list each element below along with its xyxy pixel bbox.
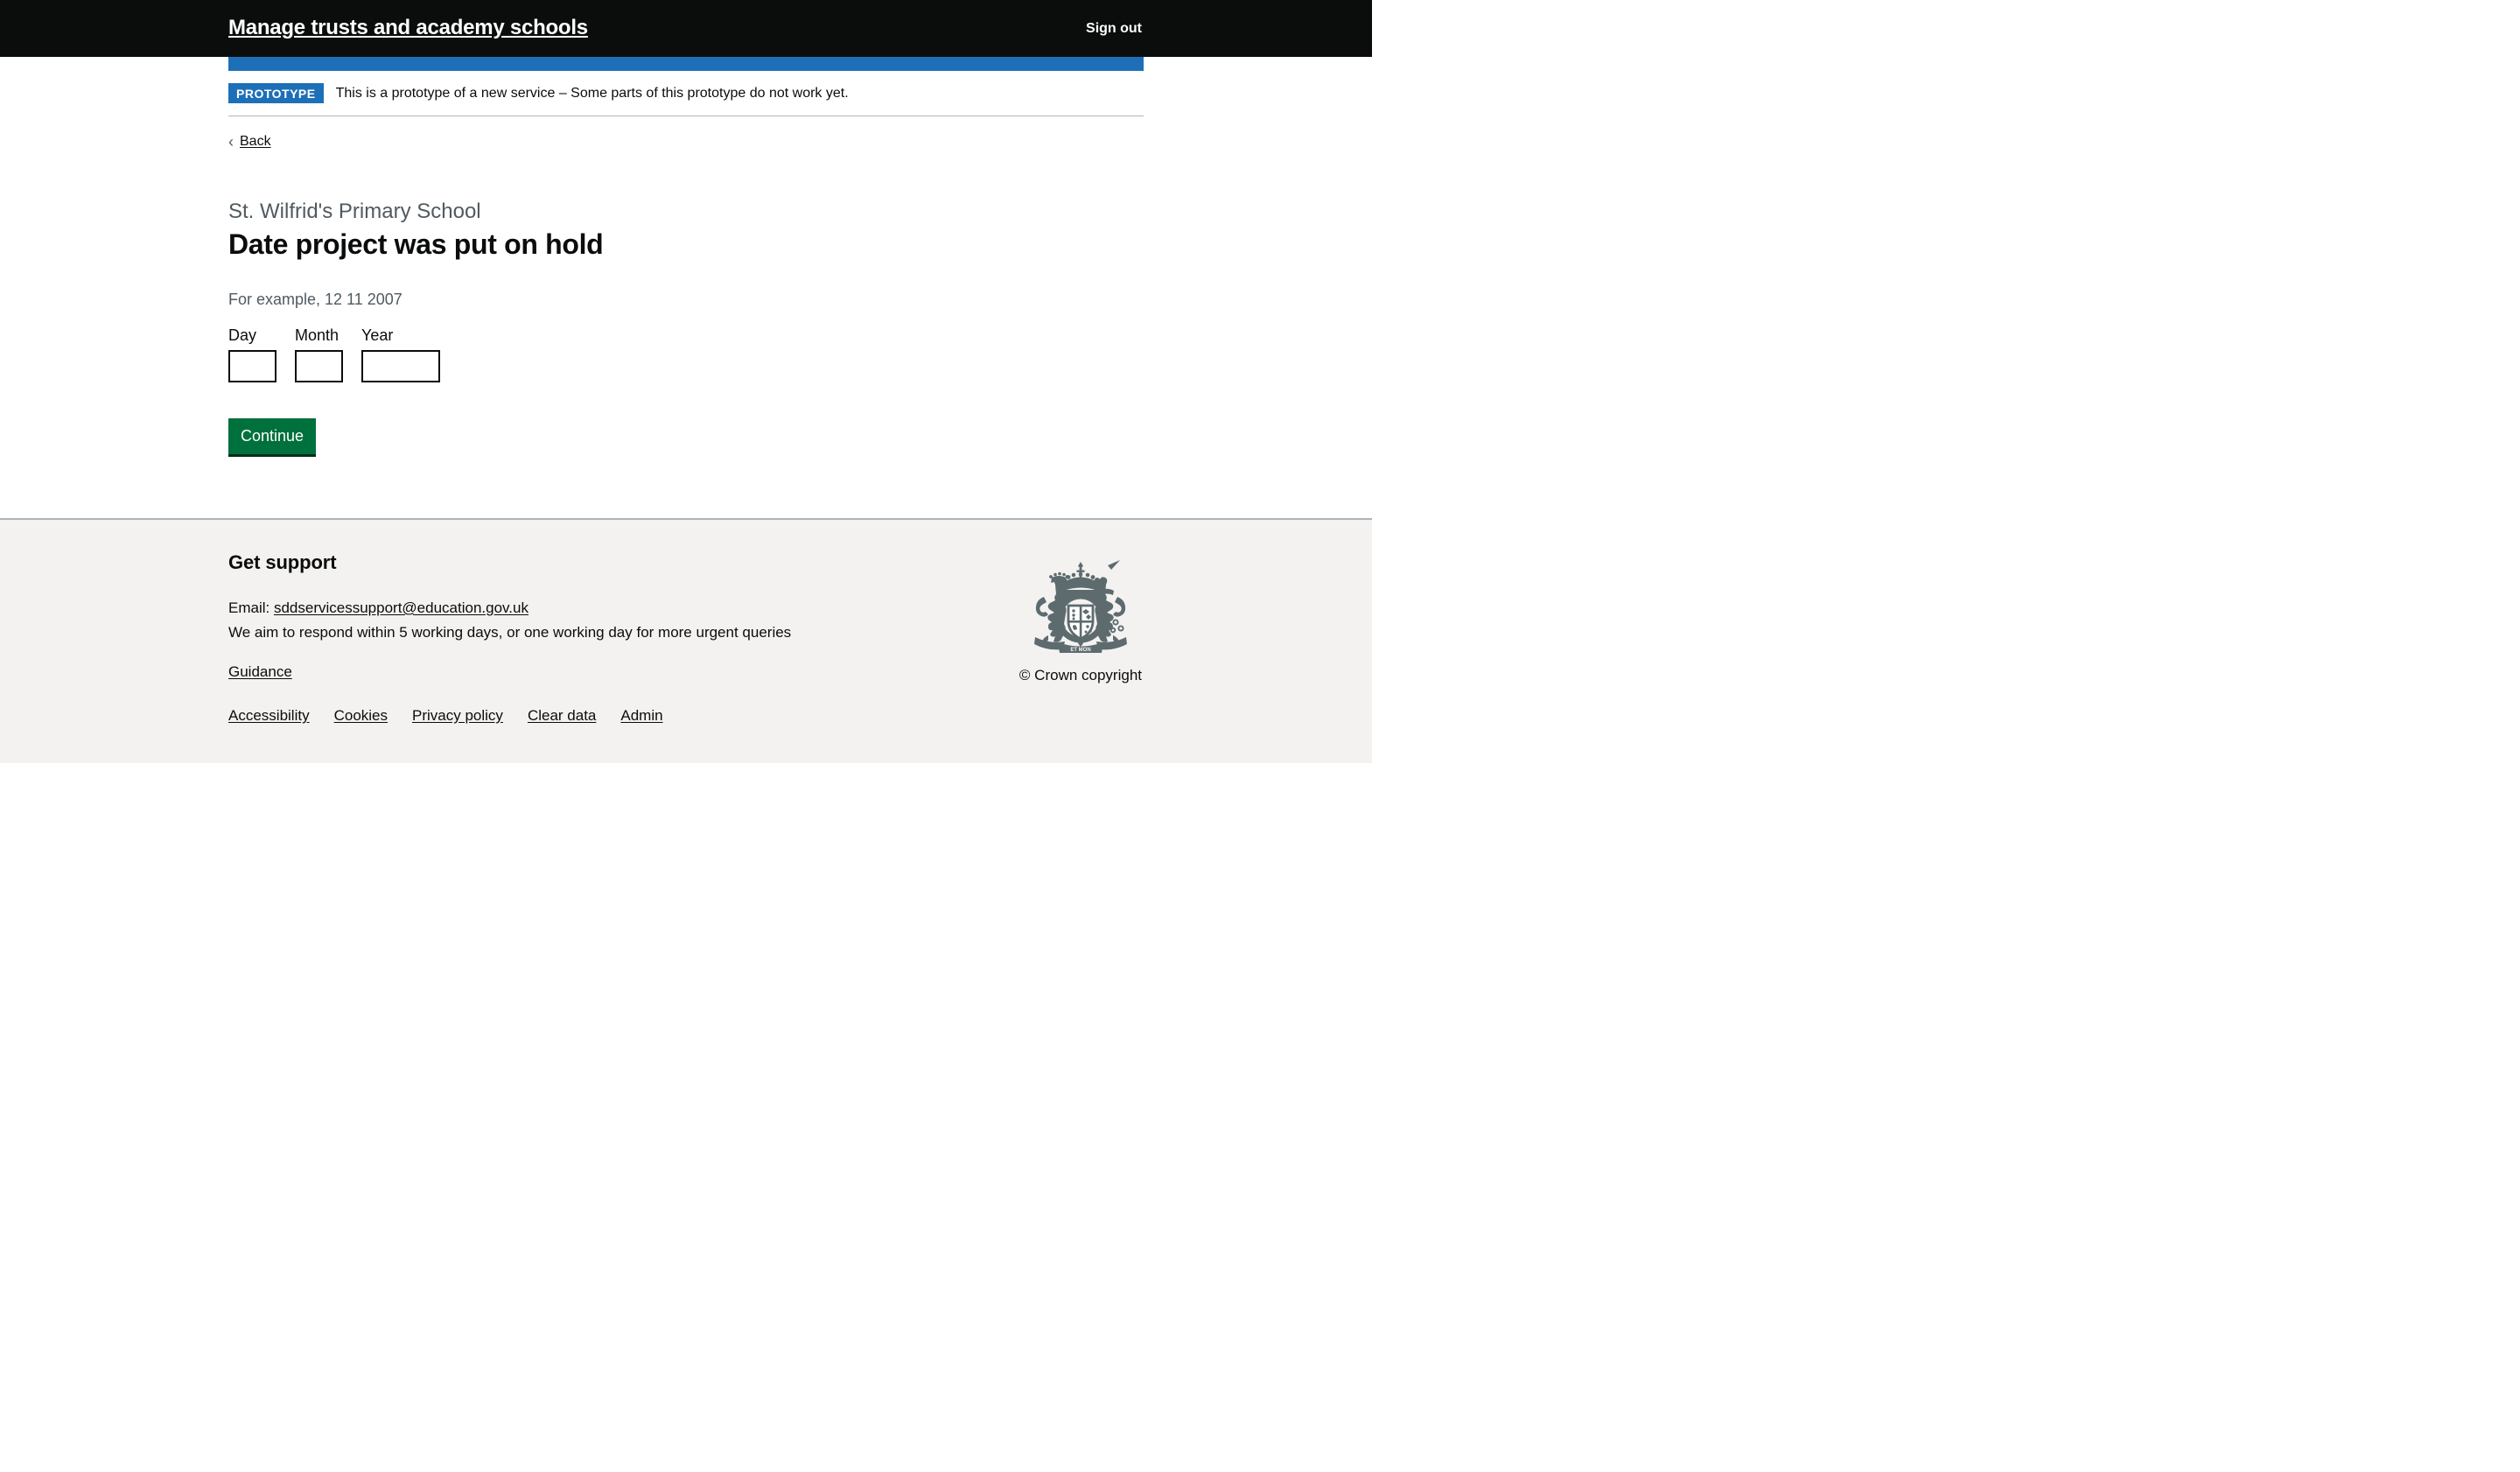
date-input-group: Day Month Year: [228, 326, 1144, 382]
footer-heading: Get support: [228, 551, 337, 574]
footer-links: Accessibility Cookies Privacy policy Cle…: [228, 707, 955, 725]
month-label: Month: [295, 326, 340, 344]
day-input[interactable]: [228, 349, 276, 382]
footer-crest-section: ET MON © Crown copyright: [1019, 551, 1144, 684]
phase-banner-text: This is a prototype of a new service – S…: [335, 85, 849, 101]
year-label: Year: [361, 326, 394, 344]
accent-bar: [228, 57, 1144, 71]
service-name-link[interactable]: Manage trusts and academy schools: [228, 16, 588, 39]
back-link-label: Back: [240, 134, 271, 149]
phase-banner: PROTOTYPE This is a prototype of a new s…: [228, 71, 1144, 116]
content-container: PROTOTYPE This is a prototype of a new s…: [228, 71, 1144, 518]
day-label: Day: [228, 326, 257, 344]
footer-support-section: Get support Email: sddservicessupport@ed…: [228, 551, 955, 725]
phase-tag: PROTOTYPE: [228, 83, 324, 103]
sign-out-link[interactable]: Sign out: [1086, 21, 1144, 37]
clear-data-link[interactable]: Clear data: [528, 707, 596, 725]
support-email-link[interactable]: sddservicessupport@education.gov.uk: [274, 599, 528, 616]
royal-coat-of-arms-icon: ET MON: [1033, 560, 1127, 654]
footer-response-time: We aim to respond within 5 working days,…: [228, 624, 792, 641]
svg-text:ET MON: ET MON: [1070, 648, 1090, 653]
chevron-left-icon: ‹: [228, 133, 234, 151]
crown-copyright-text: © Crown copyright: [1018, 667, 1142, 684]
site-header: Manage trusts and academy schools Sign o…: [0, 0, 1372, 57]
date-item-month: Month: [295, 326, 343, 382]
month-input[interactable]: [295, 349, 343, 382]
page-caption: St. Wilfrid's Primary School: [228, 200, 481, 223]
back-link[interactable]: ‹ Back: [228, 134, 271, 150]
footer-email-prefix: Email:: [228, 599, 274, 616]
year-input[interactable]: [361, 349, 440, 382]
footer-inner: Get support Email: sddservicessupport@ed…: [228, 551, 1144, 725]
cookies-link[interactable]: Cookies: [334, 707, 388, 725]
page-title: Date project was put on hold: [228, 228, 604, 260]
continue-button[interactable]: Continue: [228, 417, 317, 458]
date-item-year: Year: [361, 326, 440, 382]
privacy-policy-link[interactable]: Privacy policy: [412, 707, 503, 725]
accent-bar-wrapper: [228, 57, 1144, 71]
admin-link[interactable]: Admin: [620, 707, 662, 725]
guidance-link[interactable]: Guidance: [228, 663, 292, 680]
footer-guidance-row: Guidance: [228, 663, 955, 681]
footer-email-line: Email: sddservicessupport@education.gov.…: [228, 598, 955, 620]
main-content: St. Wilfrid's Primary School Date projec…: [228, 151, 1144, 518]
site-footer: Get support Email: sddservicessupport@ed…: [0, 518, 1372, 763]
header-inner: Manage trusts and academy schools Sign o…: [228, 0, 1144, 57]
page-root: Manage trusts and academy schools Sign o…: [0, 0, 1372, 802]
back-link-row: ‹ Back: [228, 116, 1144, 151]
date-hint: For example, 12 11 2007: [228, 291, 402, 309]
accessibility-link[interactable]: Accessibility: [228, 707, 310, 725]
date-item-day: Day: [228, 326, 276, 382]
